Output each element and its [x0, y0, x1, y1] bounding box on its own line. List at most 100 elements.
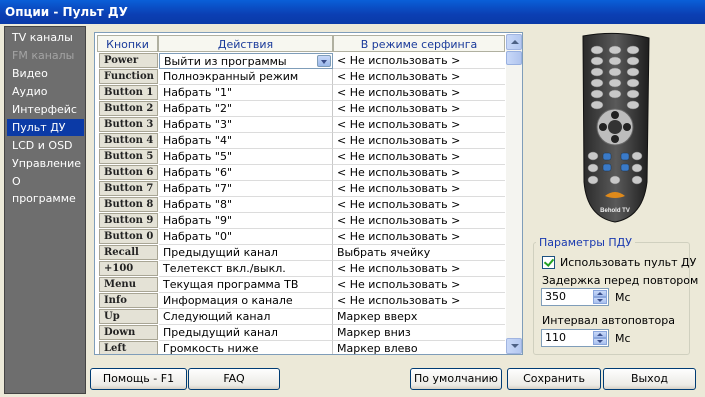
action-text: Набрать "8" — [163, 198, 233, 211]
faq-button[interactable]: FAQ — [188, 368, 280, 390]
key-cell: Button 5 — [99, 149, 158, 164]
use-remote-checkbox[interactable] — [542, 256, 555, 269]
table-row[interactable]: Recall Предыдущий канал Выбрать ячейку — [97, 245, 505, 261]
sidebar-item[interactable]: Аудио — [7, 83, 84, 100]
repeat-delay-unit: Мс — [615, 291, 631, 304]
surf-mode-cell[interactable]: < Не использовать > — [333, 53, 505, 69]
surf-mode-cell[interactable]: < Не использовать > — [333, 213, 505, 229]
action-cell[interactable]: Предыдущий канал — [159, 325, 333, 341]
table-scrollbar[interactable] — [506, 34, 522, 354]
table-row[interactable]: Button 1 Набрать "1" < Не использовать > — [97, 85, 505, 101]
autorepeat-interval-spinbox[interactable]: 110 — [541, 329, 609, 347]
repeat-delay-spinbox[interactable]: 350 — [541, 288, 609, 306]
sidebar-item[interactable]: Управление — [7, 155, 84, 172]
table-row[interactable]: Button 8 Набрать "8" < Не использовать > — [97, 197, 505, 213]
action-cell[interactable]: Громкость ниже — [159, 341, 333, 354]
table-row[interactable]: Button 2 Набрать "2" < Не использовать > — [97, 101, 505, 117]
action-cell[interactable]: Полноэкранный режим — [159, 69, 333, 85]
action-cell[interactable]: Телетекст вкл./выкл. — [159, 261, 333, 277]
use-remote-label[interactable]: Использовать пульт ДУ — [560, 256, 696, 269]
table-row[interactable]: Menu Текущая программа ТВ < Не использоват… — [97, 277, 505, 293]
action-cell[interactable]: Набрать "2" — [159, 101, 333, 117]
surf-mode-cell[interactable]: < Не использовать > — [333, 117, 505, 133]
action-cell[interactable]: Набрать "3" — [159, 117, 333, 133]
surf-mode-cell[interactable]: < Не использовать > — [333, 261, 505, 277]
action-text: Набрать "4" — [163, 134, 233, 147]
column-header-keys[interactable]: Кнопки — [97, 35, 158, 52]
action-text: Текущая программа ТВ — [163, 278, 299, 291]
action-cell[interactable]: Набрать "4" — [159, 133, 333, 149]
surf-mode-cell[interactable]: < Не использовать > — [333, 293, 505, 309]
action-cell[interactable]: Набрать "1" — [159, 85, 333, 101]
action-cell[interactable]: Текущая программа ТВ — [159, 277, 333, 293]
autorepeat-interval-value[interactable]: 110 — [545, 331, 566, 345]
table-row[interactable]: Button 3 Набрать "3" < Не использовать > — [97, 117, 505, 133]
table-row[interactable]: Down Предыдущий канал Маркер вниз — [97, 325, 505, 341]
action-cell[interactable]: Набрать "6" — [159, 165, 333, 181]
action-cell[interactable]: Набрать "9" — [159, 213, 333, 229]
surf-mode-cell[interactable]: < Не использовать > — [333, 85, 505, 101]
sidebar-item[interactable]: Пульт ДУ — [7, 119, 84, 136]
table-row[interactable]: +100 Телетекст вкл./выкл. < Не использоват… — [97, 261, 505, 277]
table-row[interactable]: Button 7 Набрать "7" < Не использовать > — [97, 181, 505, 197]
column-header-surf-mode[interactable]: В режиме серфинга — [333, 35, 505, 52]
key-cell: Button 1 — [99, 85, 158, 100]
sidebar-item[interactable]: О программе — [7, 173, 84, 205]
action-cell[interactable]: Следующий канал — [159, 309, 333, 325]
surf-mode-cell[interactable]: < Не использовать > — [333, 181, 505, 197]
action-cell[interactable]: Предыдущий канал — [159, 245, 333, 261]
scroll-down-button[interactable] — [506, 338, 522, 354]
surf-mode-cell[interactable]: < Не использовать > — [333, 69, 505, 85]
action-text: Полноэкранный режим — [163, 70, 299, 83]
table-row[interactable]: Button 6 Набрать "6" < Не использовать > — [97, 165, 505, 181]
autorepeat-interval-down-icon[interactable] — [593, 338, 607, 345]
help-button[interactable]: Помощь - F1 — [90, 368, 187, 390]
table-row[interactable]: Button 9 Набрать "9" < Не использовать > — [97, 213, 505, 229]
table-row[interactable]: Left Громкость ниже Маркер влево — [97, 341, 505, 354]
surf-mode-cell[interactable]: < Не использовать > — [333, 133, 505, 149]
repeat-delay-up-icon[interactable] — [593, 290, 607, 297]
repeat-delay-down-icon[interactable] — [593, 297, 607, 304]
surf-mode-cell[interactable]: Маркер вниз — [333, 325, 505, 341]
remote-params-title: Параметры ПДУ — [536, 236, 635, 249]
action-dropdown[interactable]: Выйти из программы — [159, 53, 333, 69]
surf-mode-cell[interactable]: < Не использовать > — [333, 277, 505, 293]
scroll-up-button[interactable] — [506, 34, 522, 50]
action-cell[interactable]: Набрать "5" — [159, 149, 333, 165]
table-row[interactable]: Button 0 Набрать "0" < Не использовать > — [97, 229, 505, 245]
key-cell: Button 8 — [99, 197, 158, 212]
exit-button[interactable]: Выход — [603, 368, 696, 390]
sidebar-item[interactable]: TV каналы — [7, 29, 84, 46]
sidebar-item[interactable]: Видео — [7, 65, 84, 82]
surf-mode-cell[interactable]: < Не использовать > — [333, 197, 505, 213]
table-row[interactable]: Function Полноэкранный режим < Не использо… — [97, 69, 505, 85]
repeat-delay-value[interactable]: 350 — [545, 290, 566, 304]
table-row[interactable]: Up Следующий канал Маркер вверх — [97, 309, 505, 325]
surf-mode-cell[interactable]: < Не использовать > — [333, 101, 505, 117]
surf-mode-cell[interactable]: < Не использовать > — [333, 229, 505, 245]
action-cell[interactable]: Набрать "0" — [159, 229, 333, 245]
action-cell[interactable]: Информация о канале — [159, 293, 333, 309]
autorepeat-interval-up-icon[interactable] — [593, 331, 607, 338]
key-cell: Left — [99, 341, 158, 354]
chevron-down-icon[interactable] — [317, 55, 331, 67]
action-text: Набрать "9" — [163, 214, 233, 227]
column-header-actions[interactable]: Действия — [158, 35, 333, 52]
surf-mode-cell[interactable]: Выбрать ячейку — [333, 245, 505, 261]
table-row[interactable]: Button 5 Набрать "5" < Не использовать > — [97, 149, 505, 165]
sidebar-item[interactable]: LCD и OSD — [7, 137, 84, 154]
action-cell[interactable]: Набрать "7" — [159, 181, 333, 197]
surf-mode-cell[interactable]: < Не использовать > — [333, 165, 505, 181]
surf-mode-cell[interactable]: Маркер вверх — [333, 309, 505, 325]
action-text: Следующий канал — [163, 310, 271, 323]
defaults-button[interactable]: По умолчанию — [410, 368, 502, 390]
sidebar-item[interactable]: Интерфейс — [7, 101, 84, 118]
table-row[interactable]: Power Выйти из программы < Не использовать… — [97, 53, 505, 69]
scroll-thumb[interactable] — [506, 51, 522, 65]
table-row[interactable]: Button 4 Набрать "4" < Не использовать > — [97, 133, 505, 149]
table-row[interactable]: Info Информация о канале < Не использовать… — [97, 293, 505, 309]
action-cell[interactable]: Набрать "8" — [159, 197, 333, 213]
surf-mode-cell[interactable]: < Не использовать > — [333, 149, 505, 165]
surf-mode-cell[interactable]: Маркер влево — [333, 341, 505, 354]
save-button[interactable]: Сохранить — [507, 368, 601, 390]
